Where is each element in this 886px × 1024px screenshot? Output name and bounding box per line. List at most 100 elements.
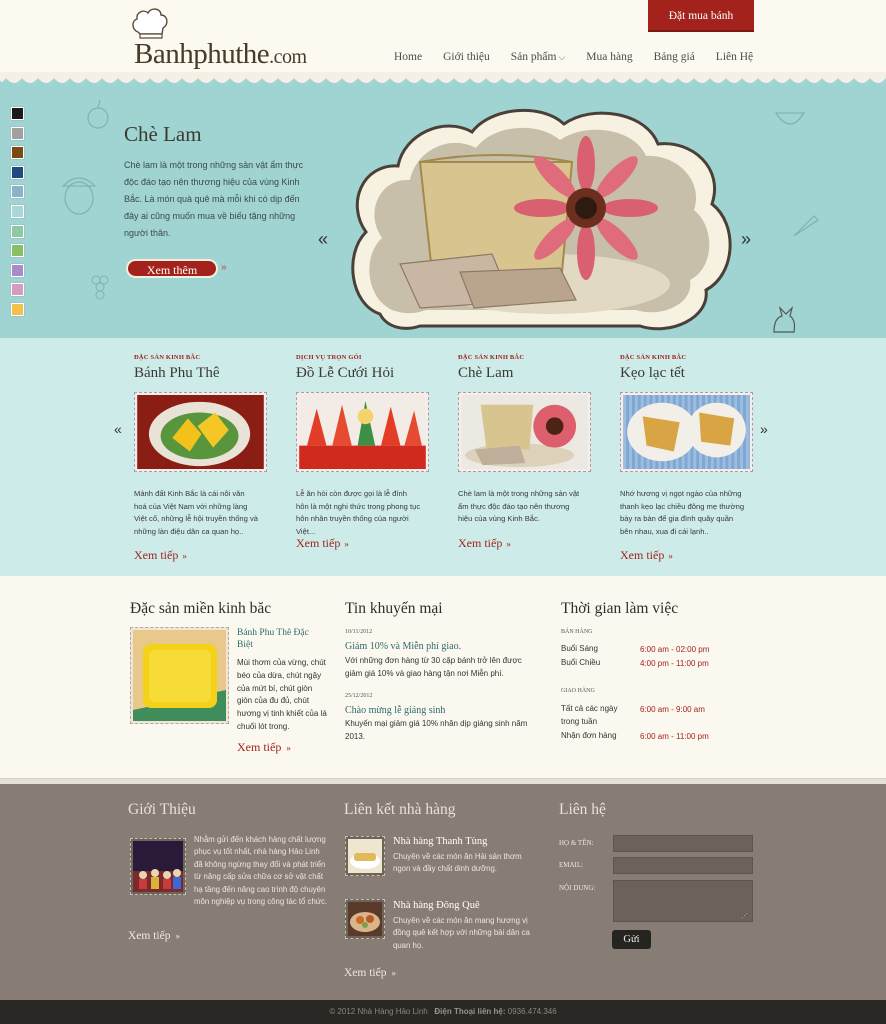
promo-description: Khuyến mại giảm giá 10% nhân dịp giáng s… <box>345 719 528 741</box>
product-image[interactable] <box>296 392 429 472</box>
product-name[interactable]: Kẹo lạc tết <box>620 365 760 382</box>
product-name[interactable]: Bánh Phu Thê <box>134 365 274 382</box>
product-more-link[interactable]: Xem tiếp» <box>458 536 511 551</box>
slider-prev-icon[interactable]: « <box>318 229 328 250</box>
product-more-link[interactable]: Xem tiếp» <box>134 548 187 563</box>
about-image[interactable] <box>130 838 186 895</box>
swatch-steel[interactable] <box>11 185 24 199</box>
specialty-more-label: Xem tiếp <box>237 740 282 754</box>
double-chevron-right-icon: » <box>668 551 673 561</box>
product-image[interactable] <box>134 392 267 472</box>
product-category: ĐẶC SẢN KINH BẮC <box>458 354 525 361</box>
product-card: ĐẶC SẢN KINH BẮC Kẹo lạc tết Nhớ hương v… <box>620 354 760 562</box>
product-more-link[interactable]: Xem tiếp» <box>296 536 349 551</box>
product-description: Mảnh đất Kinh Bắc là cái nôi văn hoá của… <box>134 489 258 536</box>
hours-label: Tất cả các ngày trong tuần <box>561 704 618 726</box>
content-textarea[interactable]: ⋰ <box>613 880 753 922</box>
footer-about-more-link[interactable]: Xem tiếp » <box>128 930 180 942</box>
product-category: DỊCH VỤ TRỌN GÓI <box>296 354 362 361</box>
logo-main: Banhphuthe <box>134 38 270 70</box>
specialty-image[interactable] <box>130 627 229 724</box>
product-name[interactable]: Chè Lam <box>458 365 598 382</box>
cat-sketch-icon <box>773 306 796 333</box>
promo-title[interactable]: Giảm 10% và Miễn phí giao. <box>345 641 461 652</box>
product-name[interactable]: Đồ Lễ Cưới Hỏi <box>296 365 436 382</box>
swatch-mint[interactable] <box>11 224 24 238</box>
swatch-aqua[interactable] <box>11 204 24 218</box>
promo-date: 10/11/2012 <box>345 629 373 635</box>
product-card: DỊCH VỤ TRỌN GÓI Đồ Lễ Cưới Hỏi Lễ ăn hỏ… <box>296 354 436 550</box>
hero-more-button[interactable]: Xem thêm <box>126 259 218 278</box>
main-nav: Home Giới thiệu Sản phẩm ⌵ Mua hàng Bảng … <box>380 51 760 63</box>
nav-prices[interactable]: Bảng giá <box>647 51 702 63</box>
specialty-more-link[interactable]: Xem tiếp » <box>237 740 291 755</box>
hero-title: Chè Lam <box>124 122 202 146</box>
footer-links-title: Liên kết nhà hàng <box>344 801 456 818</box>
double-chevron-right-icon: » <box>221 262 227 273</box>
site-logo[interactable]: Banhphuthe.com <box>134 38 307 71</box>
phone-number: 0936.474.346 <box>507 1007 557 1016</box>
restaurant-description: Chuyên về các món ăn Hải sản thơm ngon v… <box>393 852 522 874</box>
email-input[interactable] <box>613 857 753 874</box>
copyright-text: © 2012 Nhà Hàng Hảo Linh <box>329 1007 428 1016</box>
content-label: NỘI DUNG: <box>559 884 596 892</box>
nav-buy[interactable]: Mua hàng <box>579 51 639 63</box>
hours-value: 6:00 am - 02:00 pm <box>640 645 710 654</box>
hero-description: Chè lam là một trong những sản vật ẩm th… <box>124 160 304 238</box>
restaurant-image[interactable] <box>345 836 385 876</box>
product-category: ĐẶC SẢN KINH BẮC <box>134 354 201 361</box>
product-image[interactable] <box>620 392 753 472</box>
promo-description: Với những đơn hàng từ 30 cặp bánh trở lê… <box>345 656 522 678</box>
hours-value: 6:00 am - 9:00 am <box>640 705 705 714</box>
swatch-black[interactable] <box>11 107 24 120</box>
site-header: Banhphuthe.com Đặt mua bánh Home Giới th… <box>0 0 886 78</box>
acorn-sketch-icon <box>61 177 97 215</box>
swatch-brown[interactable] <box>11 146 24 160</box>
hours-label: Buổi Chiều <box>561 658 601 667</box>
promo-title[interactable]: Chào mừng lễ giáng sinh <box>345 705 445 716</box>
copyright-bar: © 2012 Nhà Hàng Hảo Linh Điện Thoại liên… <box>0 1000 886 1024</box>
swatch-yellow[interactable] <box>11 302 24 316</box>
swatch-gray[interactable] <box>11 126 24 140</box>
double-chevron-right-icon: » <box>344 539 349 549</box>
email-label: EMAIL: <box>559 861 584 869</box>
restaurant-name[interactable]: Nhà hàng Đông Quê <box>393 900 480 911</box>
swatch-pink[interactable] <box>11 283 24 297</box>
nav-about[interactable]: Giới thiệu <box>436 51 497 63</box>
nav-home[interactable]: Home <box>387 51 429 63</box>
restaurant-image[interactable] <box>345 899 385 939</box>
slider-next-icon[interactable]: » <box>741 229 751 250</box>
swatch-lavender[interactable] <box>11 263 24 277</box>
hours-delivery-heading: GIAO HÀNG <box>561 688 595 694</box>
footer-about-more-label: Xem tiếp <box>128 930 171 942</box>
product-more-label: Xem tiếp <box>458 536 503 550</box>
restaurant-name[interactable]: Nhà hàng Thanh Tùng <box>393 836 487 847</box>
product-card: ĐẶC SẢN KINH BẮC Chè Lam Chè lam là một … <box>458 354 598 550</box>
product-image[interactable] <box>458 392 591 472</box>
footer-links-more-link[interactable]: Xem tiếp » <box>344 967 396 979</box>
products-prev-icon[interactable]: « <box>114 421 122 437</box>
specialty-item-name[interactable]: Bánh Phu Thê Đặc Biệt <box>237 627 327 651</box>
product-more-link[interactable]: Xem tiếp» <box>620 548 673 563</box>
double-chevron-right-icon: » <box>506 539 511 549</box>
footer-about-title: Giới Thiệu <box>128 801 196 818</box>
promotions-title: Tin khuyến mại <box>345 600 443 617</box>
swatch-navy[interactable] <box>11 165 24 179</box>
send-button[interactable]: Gửi <box>612 930 651 949</box>
nav-contact[interactable]: Liên Hệ <box>709 51 760 63</box>
hours-title: Thời gian làm việc <box>561 600 679 617</box>
order-cake-button[interactable]: Đặt mua bánh <box>648 0 754 32</box>
nav-products[interactable]: Sản phẩm ⌵ <box>504 51 573 63</box>
double-chevron-right-icon: » <box>391 968 396 978</box>
name-input[interactable] <box>613 835 753 852</box>
chevron-down-icon: ⌵ <box>558 52 566 62</box>
resize-handle-icon[interactable]: ⋰ <box>741 912 748 920</box>
product-category: ĐẶC SẢN KINH BẮC <box>620 354 687 361</box>
swatch-green[interactable] <box>11 244 24 258</box>
product-more-label: Xem tiếp <box>620 548 665 562</box>
hours-sales-heading: BÁN HÀNG <box>561 629 593 635</box>
product-description: Nhớ hương vị ngọt ngào của những thanh k… <box>620 489 745 536</box>
products-next-icon[interactable]: » <box>760 421 768 437</box>
footer-contact-title: Liên hệ <box>559 801 606 818</box>
product-more-label: Xem tiếp <box>134 548 179 562</box>
